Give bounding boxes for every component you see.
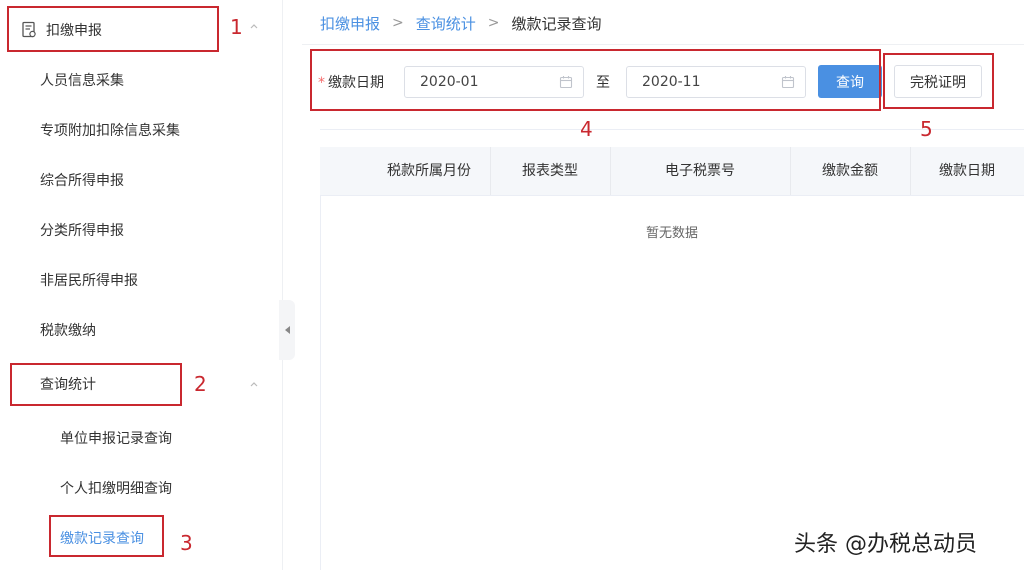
sidebar-subitem-unit-declaration-query[interactable]: 单位申报记录查询: [0, 420, 282, 456]
column-header-payment-amount[interactable]: 缴款金额: [790, 147, 910, 195]
annotation-box-2: [10, 363, 182, 406]
breadcrumb-query-statistics[interactable]: 查询统计: [416, 13, 476, 34]
sidebar-item-label: 单位申报记录查询: [60, 431, 172, 447]
table-left-border: [320, 195, 321, 570]
table-empty-text: 暂无数据: [645, 226, 698, 241]
sidebar-item-comprehensive-income[interactable]: 综合所得申报: [0, 162, 282, 198]
column-header-report-type[interactable]: 报表类型: [490, 147, 610, 195]
sidebar-item-label: 人员信息采集: [40, 73, 124, 89]
sidebar: 扣缴申报 人员信息采集 专项附加扣除信息采集 综合所得申报 分类所得申报 非居民…: [0, 0, 283, 570]
sidebar-item-label: 非居民所得申报: [40, 273, 138, 289]
breadcrumb-current-page: 缴款记录查询: [511, 14, 602, 33]
annotation-box-5: [883, 53, 994, 109]
breadcrumb-separator: >: [487, 15, 500, 31]
breadcrumb-withholding-declaration[interactable]: 扣缴申报: [320, 13, 380, 34]
sidebar-collapse-handle[interactable]: [279, 300, 295, 360]
sidebar-item-label: 综合所得申报: [40, 173, 124, 189]
annotation-box-3: [49, 515, 164, 557]
watermark-text: 头条 @办税总动员: [794, 532, 977, 557]
breadcrumb: 扣缴申报 > 查询统计 > 缴款记录查询: [320, 12, 602, 34]
table-header: 税款所属月份 报表类型 电子税票号 缴款金额 缴款日期: [320, 147, 1024, 196]
sidebar-item-label: 分类所得申报: [40, 223, 124, 239]
sidebar-item-label: 专项附加扣除信息采集: [40, 123, 180, 139]
breadcrumb-separator: >: [392, 15, 404, 31]
annotation-box-1: [7, 6, 219, 52]
column-header-tax-month[interactable]: 税款所属月份: [368, 147, 490, 195]
annotation-box-4: [310, 49, 881, 111]
sidebar-item-personnel-info[interactable]: 人员信息采集: [0, 62, 282, 98]
annotation-number-4: 4: [580, 117, 593, 141]
divider: [302, 44, 1024, 45]
annotation-number-1: 1: [230, 15, 243, 39]
sidebar-item-label: 个人扣缴明细查询: [60, 481, 172, 497]
sidebar-subitem-personal-withholding-query[interactable]: 个人扣缴明细查询: [0, 470, 282, 506]
chevron-up-icon: [250, 382, 258, 387]
caret-left-icon: [284, 326, 290, 334]
sidebar-item-non-resident-income[interactable]: 非居民所得申报: [0, 262, 282, 298]
divider: [320, 129, 1024, 130]
annotation-number-5: 5: [920, 117, 933, 141]
column-header-payment-date[interactable]: 缴款日期: [910, 147, 1024, 195]
annotation-number-3: 3: [180, 531, 193, 555]
sidebar-item-classified-income[interactable]: 分类所得申报: [0, 212, 282, 248]
sidebar-item-special-deduction[interactable]: 专项附加扣除信息采集: [0, 112, 282, 148]
sidebar-item-tax-payment[interactable]: 税款缴纳: [0, 312, 282, 348]
column-header-e-ticket-number[interactable]: 电子税票号: [610, 147, 790, 195]
sidebar-item-label: 税款缴纳: [40, 323, 96, 339]
annotation-number-2: 2: [194, 372, 207, 396]
chevron-up-icon: [250, 24, 258, 29]
